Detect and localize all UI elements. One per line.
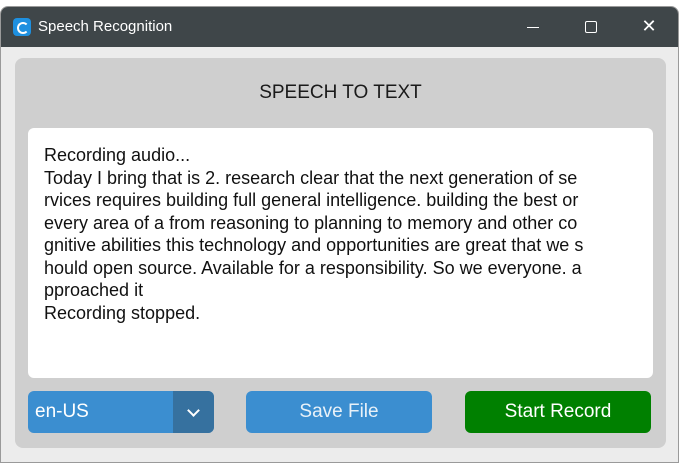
transcript-line: rvices requires building full general in… [44, 190, 579, 210]
language-dropdown-button[interactable] [173, 391, 214, 433]
transcript-line: Today I bring that is 2. research clear … [44, 167, 578, 188]
transcript-line: every area of a from reasoning to planni… [44, 212, 578, 233]
transcript-line: pproached it [44, 280, 144, 300]
title-bar[interactable]: Speech Recognition ✕ [1, 7, 678, 47]
chevron-down-icon [187, 403, 200, 417]
transcript-line: Recording audio... [44, 145, 191, 165]
minimize-icon [527, 26, 539, 28]
minimize-button[interactable] [504, 7, 562, 47]
transcript-line: Recording stopped. [44, 302, 201, 323]
language-select[interactable]: en-US [28, 391, 214, 433]
app-window: Speech Recognition ✕ SPEECH TO TEXT Reco… [0, 6, 679, 463]
language-select-value: en-US [35, 401, 89, 422]
window-title: Speech Recognition [38, 18, 173, 35]
save-file-button[interactable]: Save File [246, 391, 432, 433]
page-title: SPEECH TO TEXT [259, 82, 422, 103]
transcript-textbox[interactable]: Recording audio... Today I bring that is… [28, 128, 653, 378]
app-icon [13, 18, 31, 36]
maximize-icon [585, 21, 597, 33]
close-button[interactable]: ✕ [620, 7, 678, 47]
transcript-line: hould open source. Available for a respo… [44, 257, 582, 278]
start-record-button[interactable]: Start Record [465, 391, 651, 433]
main-panel: SPEECH TO TEXT Recording audio... Today … [15, 58, 666, 448]
close-icon: ✕ [641, 16, 657, 37]
maximize-button[interactable] [562, 7, 620, 47]
transcript-line: gnitive abilities this technology and op… [44, 235, 584, 255]
